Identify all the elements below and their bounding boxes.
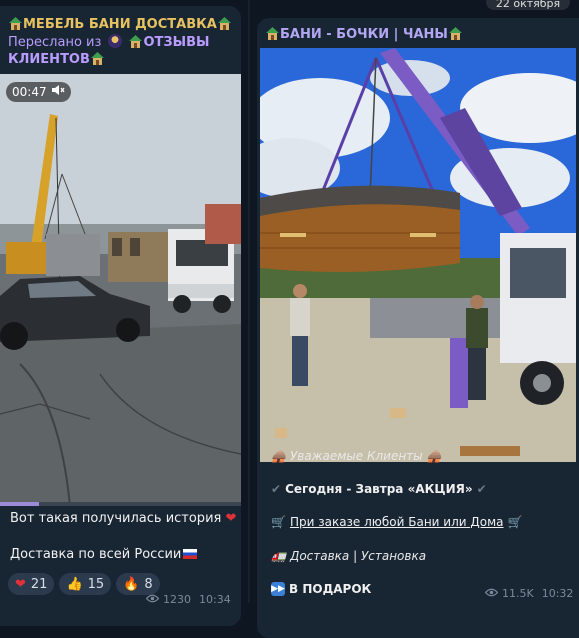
reactions-bar: ❤ 21 👍 15 🔥 8	[8, 573, 160, 595]
post-photo[interactable]	[260, 48, 576, 462]
house-icon	[448, 26, 463, 40]
video-player[interactable]: 00:47	[0, 74, 241, 506]
views-count: 11.5K	[502, 587, 534, 600]
video-progress-bar[interactable]	[0, 502, 241, 506]
promo-line-sale: ✔ Сегодня - Завтра «АКЦИЯ» ✔	[271, 482, 487, 496]
checkmark-icon: ✔	[476, 482, 487, 496]
promo-line-condition: 🛒 При заказе любой Бани или Дома 🛒	[271, 515, 523, 529]
date-chip: 22 октября	[486, 0, 570, 10]
house-icon	[8, 16, 23, 30]
house-icon	[128, 34, 143, 48]
video-progress-fill	[0, 502, 39, 506]
right-message-bubble[interactable]: БАНИ - БОЧКИ | ЧАНЫ 🛖 Уважаемые Клиенты …	[257, 18, 579, 638]
reaction-thumbs-up[interactable]: 👍 15	[59, 573, 112, 595]
message-meta: 11.5K 10:32	[484, 587, 574, 600]
promo-line-gift: ▶▶ В ПОДАРОК	[271, 582, 372, 596]
photo-crane-barrel	[260, 48, 576, 462]
left-message-bubble[interactable]: МЕБЕЛЬ БАНИ ДОСТАВКА Переслано из ОТЗЫВЫ…	[0, 6, 241, 626]
speaker-muted-icon[interactable]	[51, 82, 65, 102]
chat-divider	[248, 0, 250, 603]
views-count: 1230	[163, 593, 191, 606]
eye-icon	[484, 587, 499, 600]
message-meta: 1230 10:34	[145, 593, 231, 606]
thumbs-up-icon: 👍	[66, 576, 83, 592]
checkmark-icon: ✔	[271, 482, 282, 496]
house-icon	[90, 51, 105, 65]
house-icon	[217, 16, 232, 30]
heart-icon: ❤	[15, 576, 26, 592]
hut-icon: 🛖	[426, 449, 442, 463]
house-icon	[265, 26, 280, 40]
promo-line-greeting: 🛖 Уважаемые Клиенты 🛖	[271, 449, 442, 463]
heart-icon: ❤	[225, 511, 237, 526]
hut-icon: 🛖	[271, 449, 286, 463]
promo-line-delivery: 🚛 Доставка | Установка	[271, 549, 427, 563]
message-text-line: Вот такая получилась история ❤	[10, 511, 237, 526]
message-time: 10:34	[199, 593, 231, 606]
fast-forward-icon: ▶▶	[271, 582, 285, 596]
reaction-heart[interactable]: ❤ 21	[8, 573, 55, 595]
message-time: 10:32	[541, 587, 574, 600]
channel-title[interactable]: БАНИ - БОЧКИ | ЧАНЫ	[265, 26, 463, 42]
video-frame	[0, 74, 241, 506]
video-duration-badge[interactable]: 00:47	[6, 82, 71, 102]
source-avatar	[107, 34, 122, 48]
eye-icon	[145, 593, 160, 606]
russia-flag-icon	[183, 549, 198, 559]
shopping-cart-icon: 🛒	[271, 515, 286, 529]
forwarded-header[interactable]: Переслано из ОТЗЫВЫ КЛИЕНТОВ	[8, 34, 233, 68]
fire-icon: 🔥	[123, 576, 140, 592]
delivery-truck-icon: 🚛	[271, 549, 286, 563]
reaction-fire[interactable]: 🔥 8	[116, 573, 160, 595]
channel-title[interactable]: МЕБЕЛЬ БАНИ ДОСТАВКА	[8, 16, 232, 32]
shopping-cart-icon: 🛒	[507, 515, 523, 529]
message-text-line: Доставка по всей России	[10, 547, 198, 562]
